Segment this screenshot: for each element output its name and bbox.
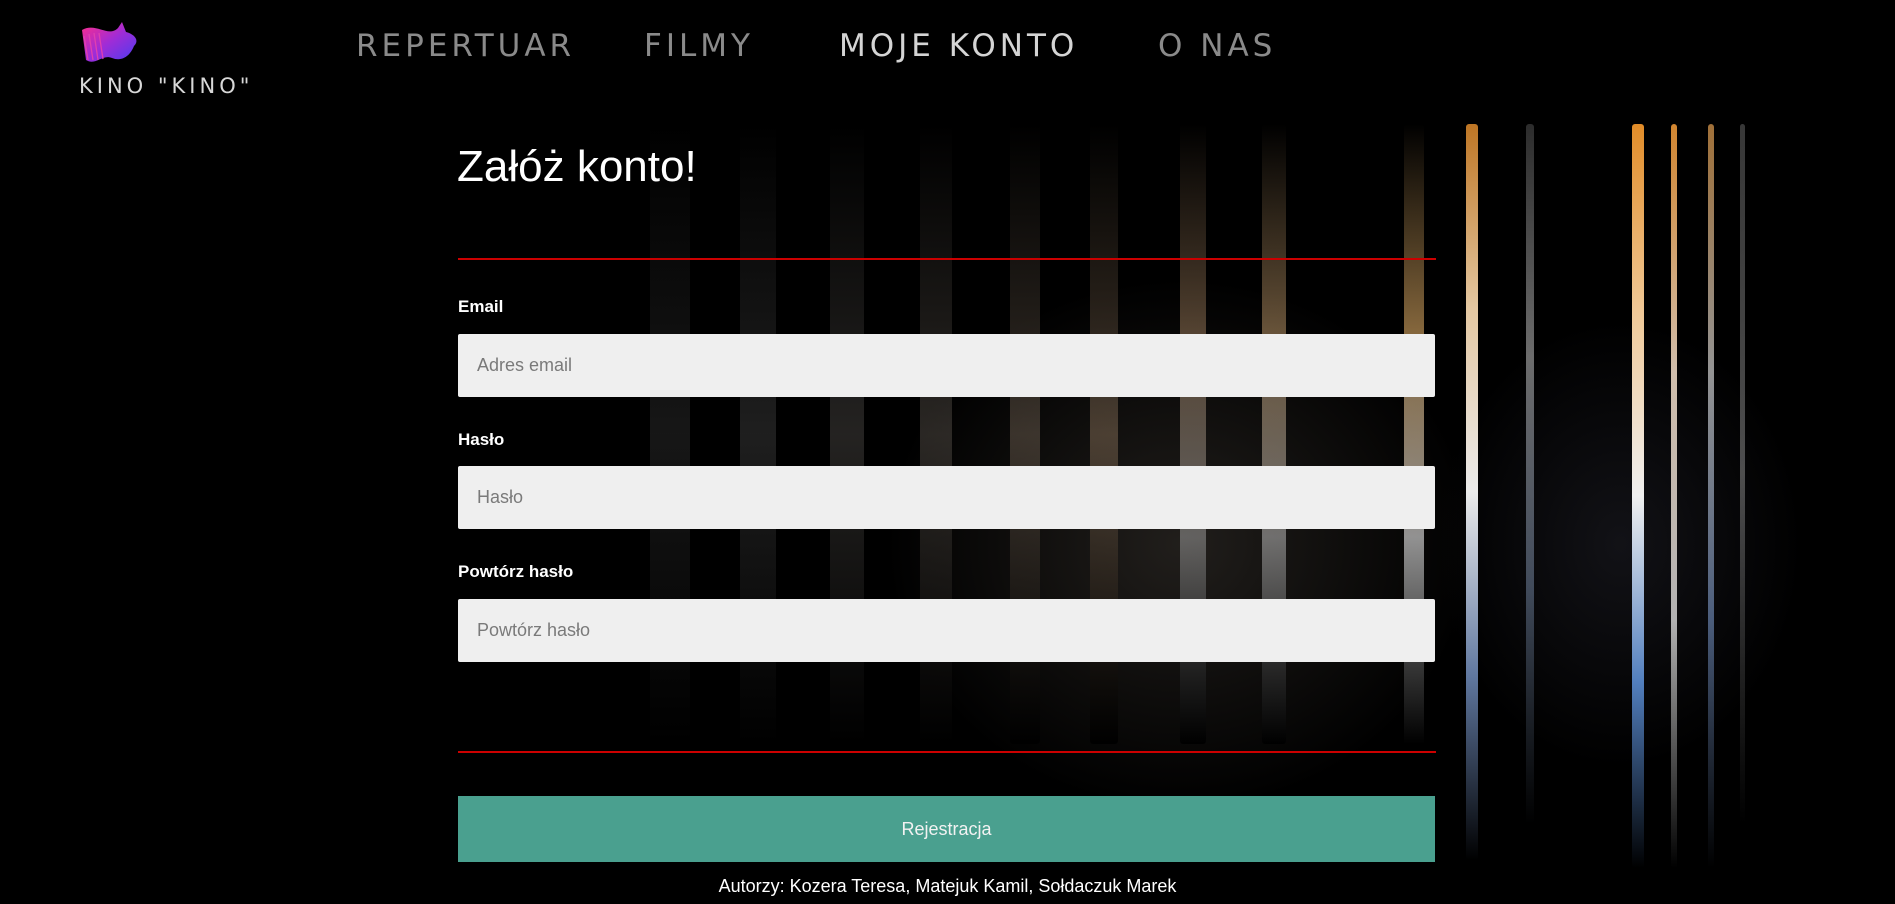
bottom-divider [458,751,1436,753]
repeat-password-field[interactable] [458,599,1435,662]
page: KINO "KINO" REPERTUAR FILMY MOJE KONTO O… [0,0,1895,904]
email-label: Email [458,297,504,316]
email-field[interactable] [458,334,1435,397]
top-divider [458,258,1436,260]
brand-name[interactable]: KINO "KINO" [79,74,253,98]
footer-authors: Autorzy: Kozera Teresa, Matejuk Kamil, S… [718,876,1177,896]
password-field[interactable] [458,466,1435,529]
nav-item-repertuar[interactable]: REPERTUAR [356,28,575,64]
password-label: Hasło [458,430,505,449]
repeat-password-label: Powtórz hasło [458,562,574,581]
page-title: Załóż konto! [457,142,697,191]
film-wave-logo-icon[interactable] [78,20,142,68]
nav-item-filmy[interactable]: FILMY [644,28,754,64]
nav-item-o-nas[interactable]: O NAS [1158,28,1276,64]
nav-item-moje-konto[interactable]: MOJE KONTO [839,28,1078,64]
register-button[interactable]: Rejestracja [458,796,1435,862]
